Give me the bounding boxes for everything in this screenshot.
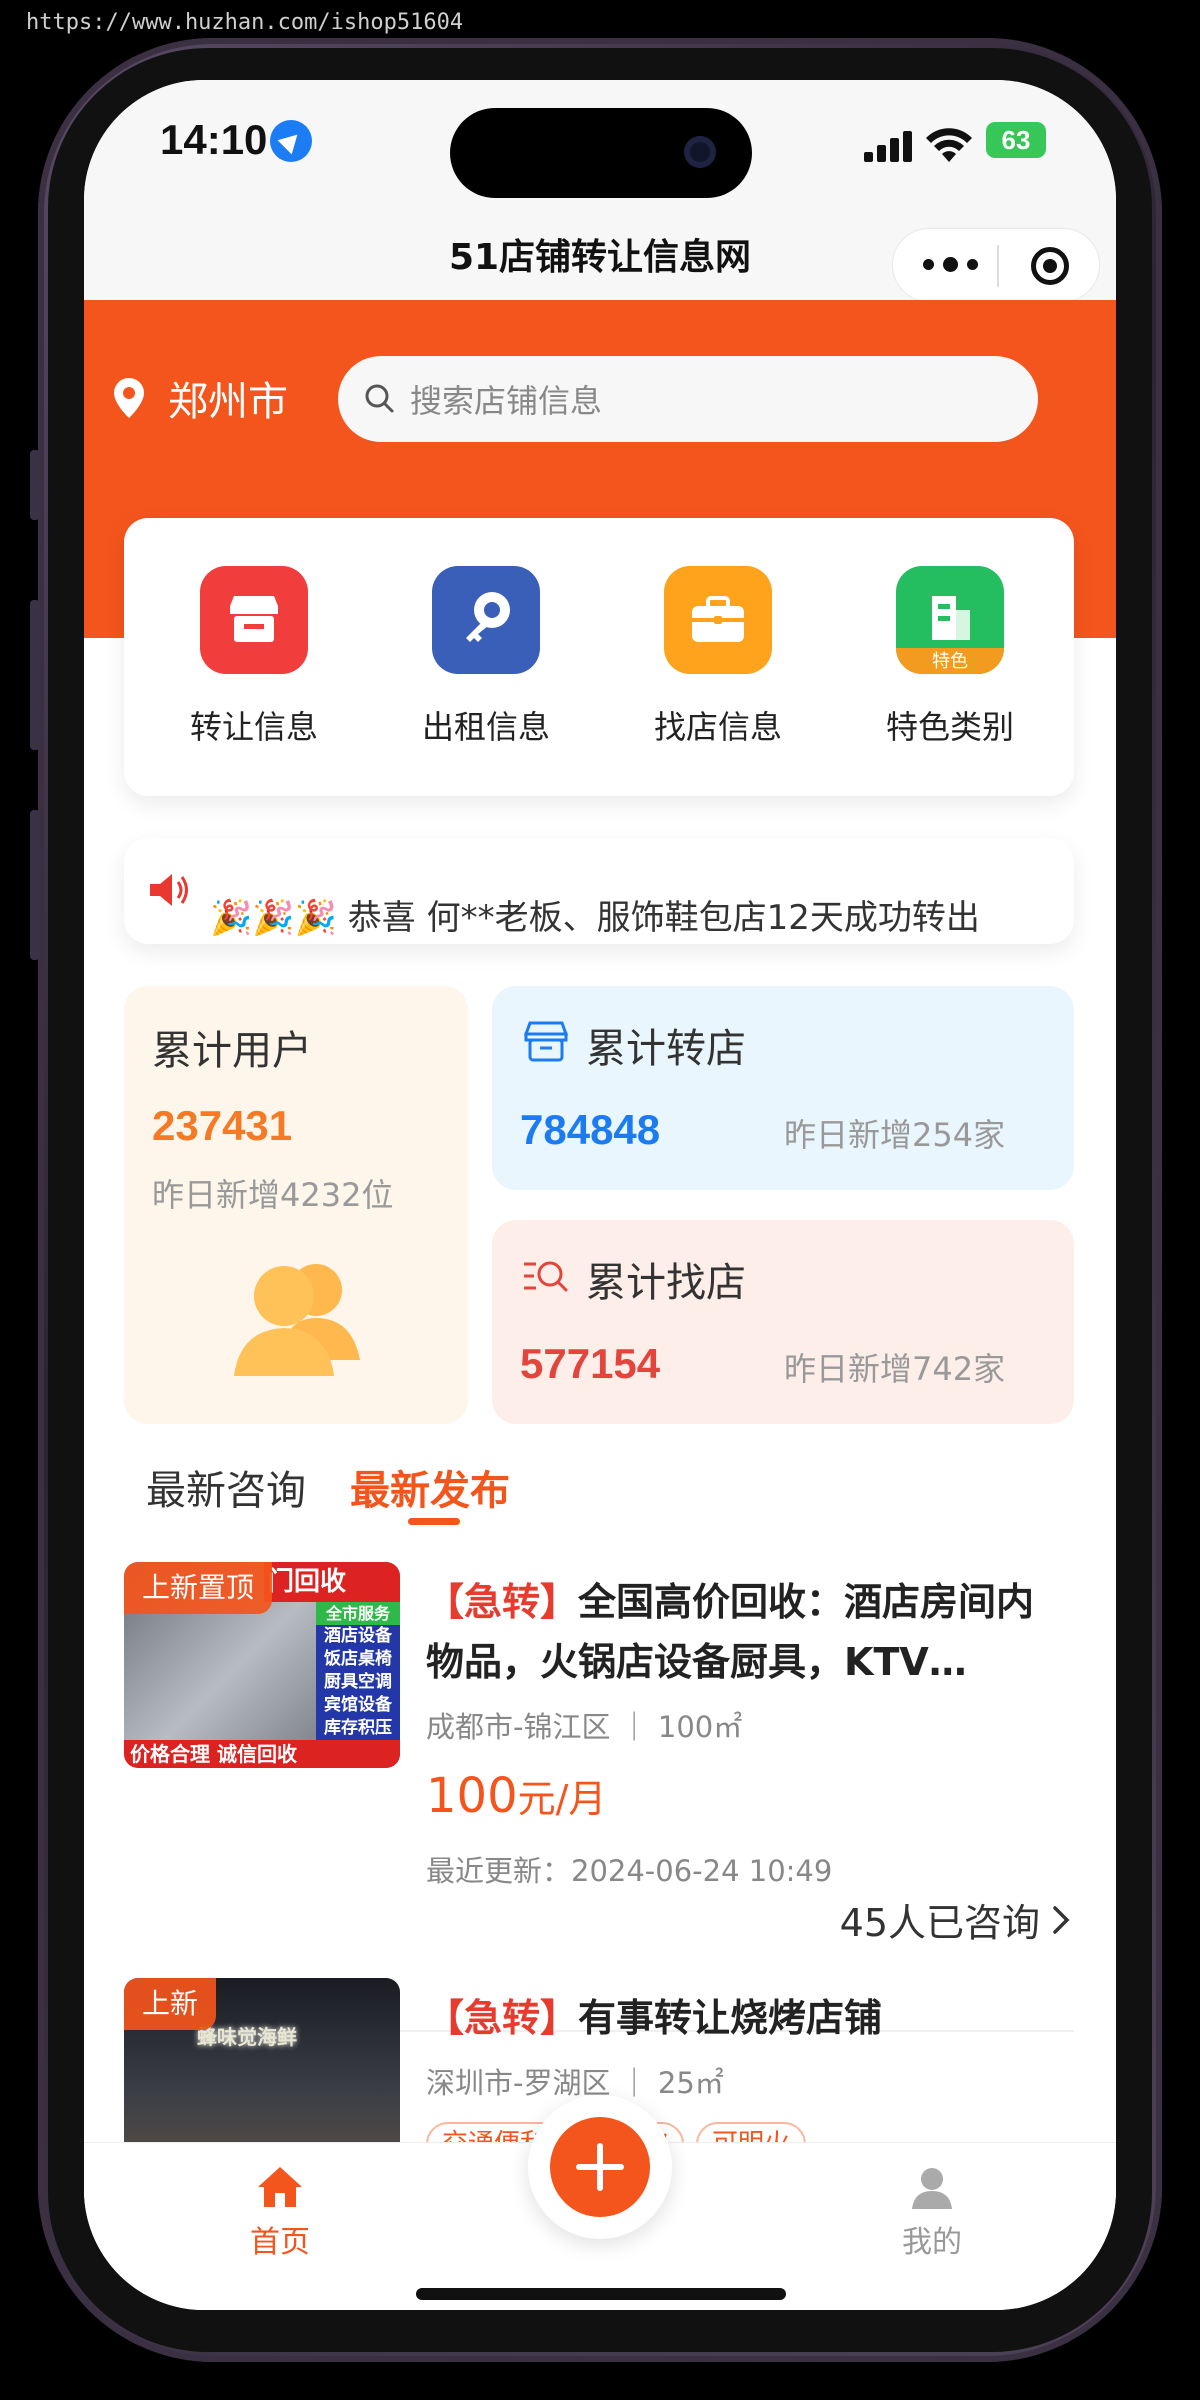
listing-location: 深圳市-罗湖区 ｜ 25㎡ [426, 2066, 724, 2100]
location-pin-icon [114, 378, 144, 418]
listing-title-text: 有事转让烧烤店铺 [578, 1996, 883, 2040]
search-input[interactable]: 搜索店铺信息 [338, 356, 1038, 442]
stat-sub: 昨日新增4232位 [152, 1176, 394, 1214]
nav-profile[interactable]: 我的 [872, 2165, 992, 2261]
listing-badge: 上新置顶 [124, 1562, 273, 1614]
thumb-text: 厨具空调 [324, 1672, 392, 1692]
users-icon [234, 1264, 360, 1376]
urgent-tag: 【急转】 [426, 1580, 579, 1624]
listing-title: 【急转】全国高价回收：酒店房间内物品，火锅店设备厨具，KTV… [426, 1572, 1066, 1692]
menu-label: 特色类别 [885, 708, 1014, 746]
listing-price: 100元/月 [426, 1768, 606, 1824]
status-bar: 14:10 63 [84, 80, 1116, 208]
menu-label: 出租信息 [421, 708, 550, 746]
category-menu: 转让信息 出租信息 找店信息 特色 特色类别 [124, 518, 1074, 796]
action-button [30, 450, 40, 520]
nav-label: 我的 [902, 2225, 962, 2260]
capsule-divider [997, 245, 999, 287]
menu-label: 转让信息 [189, 708, 318, 746]
store-outline-icon [523, 1021, 569, 1062]
cellular-signal-icon [864, 130, 914, 162]
chevron-right-icon [1053, 1905, 1070, 1934]
nav-home[interactable]: 首页 [220, 2165, 340, 2261]
menu-label: 找店信息 [653, 708, 782, 746]
store-icon [200, 566, 308, 674]
search-icon [365, 384, 394, 413]
stat-title: 累计用户 [152, 1028, 312, 1074]
publish-button-wrap [528, 2095, 672, 2239]
listing-card[interactable]: 门回收 全市服务 酒店设备 饭店桌椅 厨具空调 宾馆设备 库存积压 价格合理 诚… [124, 1562, 1074, 2002]
wifi-icon [926, 128, 972, 162]
phone-screen: 14:10 63 51店铺转让信息网 郑州市 搜索店铺信息 转让信息 出租信息 … [84, 80, 1116, 2310]
publish-plus-button[interactable] [550, 2117, 650, 2217]
announcement-bar[interactable]: 🎉🎉🎉 恭喜 何**老板、服饰鞋包店12天成功转出 [124, 838, 1074, 944]
menu-find-store[interactable]: 找店信息 [638, 566, 798, 748]
thumb-text: 宾馆设备 [324, 1695, 392, 1715]
listing-badge: 上新 [124, 1978, 217, 2030]
search-placeholder: 搜索店铺信息 [410, 382, 603, 420]
speaker-icon [150, 874, 188, 906]
volume-down-button [30, 810, 40, 960]
key-icon [432, 566, 540, 674]
thumb-text: 库存积压 [324, 1718, 392, 1738]
price-unit: 元/月 [517, 1777, 607, 1821]
listing-updated: 最近更新：2024-06-24 10:49 [426, 1854, 833, 1888]
consult-count: 45人已咨询 [839, 1901, 1040, 1945]
home-icon [258, 2167, 302, 2207]
listing-title: 【急转】有事转让烧烤店铺 [426, 1988, 1066, 2048]
stat-total-transfers: 累计转店 784848 昨日新增254家 [492, 986, 1074, 1190]
city-name: 郑州市 [168, 379, 288, 425]
thumb-text: 价格合理 诚信回收 [124, 1740, 400, 1768]
stat-title: 累计转店 [586, 1026, 746, 1072]
stat-number: 237431 [152, 1102, 293, 1149]
camera-icon [684, 136, 716, 168]
tab-latest-publish[interactable]: 最新发布 [350, 1458, 510, 1516]
special-badge: 特色 [932, 651, 968, 672]
url-watermark: https://www.huzhan.com/ishop51604 [26, 10, 464, 35]
consult-count-link[interactable]: 45人已咨询 [840, 1892, 1074, 1947]
thumb-text: 酒店设备 [324, 1626, 392, 1646]
stat-title: 累计找店 [586, 1260, 746, 1306]
stat-number: 784848 [520, 1106, 661, 1153]
menu-transfer-info[interactable]: 转让信息 [174, 566, 334, 748]
listing-thumbnail: 门回收 全市服务 酒店设备 饭店桌椅 厨具空调 宾馆设备 库存积压 价格合理 诚… [124, 1562, 400, 1768]
stat-total-users: 累计用户 237431 昨日新增4232位 [124, 986, 468, 1424]
volume-up-button [30, 600, 40, 750]
status-time: 14:10 [160, 116, 268, 163]
capsule-menu [892, 228, 1100, 302]
home-indicator [416, 2288, 786, 2300]
nav-label: 首页 [250, 2225, 310, 2260]
active-tab-indicator [408, 1518, 460, 1525]
announcement-text: 🎉🎉🎉 恭喜 何**老板、服饰鞋包店12天成功转出 [210, 898, 980, 938]
bottom-navigation: 首页 我的 [84, 2095, 1116, 2310]
more-menu-icon[interactable] [923, 257, 983, 273]
stat-sub: 昨日新增742家 [784, 1350, 1006, 1388]
user-icon [912, 2168, 952, 2209]
thumb-text: 门回收 [264, 1562, 400, 1602]
stat-sub: 昨日新增254家 [784, 1116, 1006, 1154]
stat-number: 577154 [520, 1340, 661, 1387]
listing-location: 成都市-锦江区 ｜ 100㎡ [426, 1710, 743, 1744]
close-mini-program-icon[interactable] [1031, 247, 1069, 285]
battery-indicator: 63 [986, 122, 1046, 158]
city-selector[interactable]: 郑州市 [114, 368, 288, 428]
stat-total-finds: 累计找店 577154 昨日新增742家 [492, 1220, 1074, 1424]
briefcase-icon [664, 566, 772, 674]
thumb-text: 饭店桌椅 [324, 1649, 392, 1669]
mini-program-titlebar: 51店铺转让信息网 [84, 208, 1116, 312]
urgent-tag: 【急转】 [426, 1996, 579, 2040]
price-value: 100 [426, 1768, 518, 1824]
building-icon: 特色 [896, 566, 1004, 674]
menu-special-category[interactable]: 特色 特色类别 [870, 566, 1030, 748]
menu-rent-info[interactable]: 出租信息 [406, 566, 566, 748]
thumb-text: 全市服务 [316, 1602, 400, 1625]
tab-latest-consult[interactable]: 最新咨询 [146, 1458, 306, 1516]
location-arrow-icon [270, 120, 312, 162]
search-list-icon [524, 1261, 568, 1292]
